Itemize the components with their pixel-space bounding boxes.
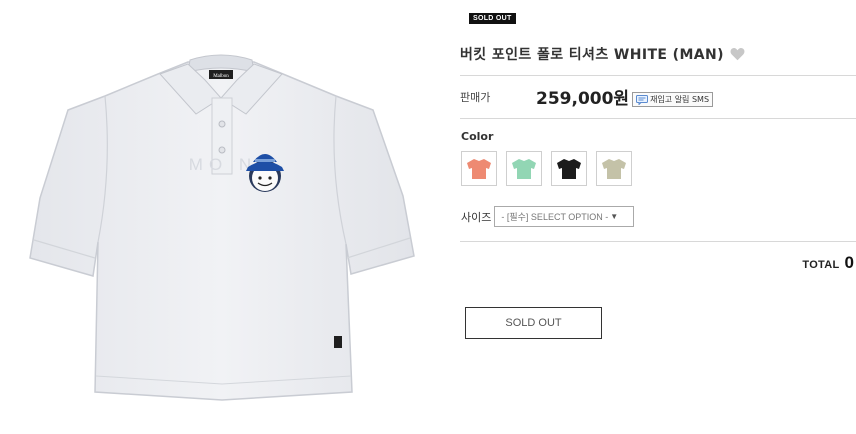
restock-sms-button[interactable]: 재입고 알림 SMS (632, 92, 714, 107)
divider (460, 241, 856, 242)
divider (460, 118, 856, 119)
heart-icon[interactable] (730, 47, 745, 61)
product-image: Malbon MO N (0, 0, 442, 434)
size-select[interactable]: - [필수] SELECT OPTION - ▼ (494, 206, 635, 227)
color-swatch-mint[interactable] (506, 151, 542, 186)
price-value: 259,000원 (536, 89, 630, 109)
black-shirt-icon (557, 158, 581, 179)
coral-shirt-icon (467, 158, 491, 179)
color-swatch-beige[interactable] (596, 151, 632, 186)
chevron-down-icon: ▼ (610, 212, 619, 221)
message-icon (636, 94, 649, 105)
soldout-button[interactable]: SOLD OUT (465, 307, 602, 339)
size-label: 사이즈 (461, 210, 492, 224)
color-swatch-black[interactable] (551, 151, 587, 186)
title-row: 버킷 포인트 폴로 티셔츠 WHITE (MAN) (460, 44, 745, 64)
divider (460, 75, 856, 76)
product-title: 버킷 포인트 폴로 티셔츠 WHITE (MAN) (460, 47, 724, 63)
size-select-value: - [필수] SELECT OPTION - (501, 212, 609, 222)
polo-shirt-image: Malbon MO N (29, 54, 415, 401)
soldout-badge: SOLD OUT (469, 13, 516, 24)
size-row: 사이즈 - [필수] SELECT OPTION - ▼ (461, 206, 635, 227)
color-swatch-coral[interactable] (461, 151, 497, 186)
beige-shirt-icon (602, 158, 626, 179)
total-row: TOTAL 0 (802, 253, 854, 273)
restock-sms-label: 재입고 알림 SMS (650, 95, 710, 104)
total-value: 0 (844, 253, 854, 272)
color-label: Color (461, 130, 494, 143)
price-label: 판매가 (460, 90, 491, 104)
color-swatches (461, 151, 632, 186)
price-row: 판매가 259,000원 재입고 알림 SMS (460, 84, 856, 109)
mint-shirt-icon (512, 158, 536, 179)
chest-print-text: MO N (189, 155, 257, 174)
total-label: TOTAL (802, 259, 840, 271)
brand-tag-text: Malbon (213, 74, 229, 79)
product-info: SOLD OUT 버킷 포인트 폴로 티셔츠 WHITE (MAN) 판매가 2… (460, 0, 856, 434)
